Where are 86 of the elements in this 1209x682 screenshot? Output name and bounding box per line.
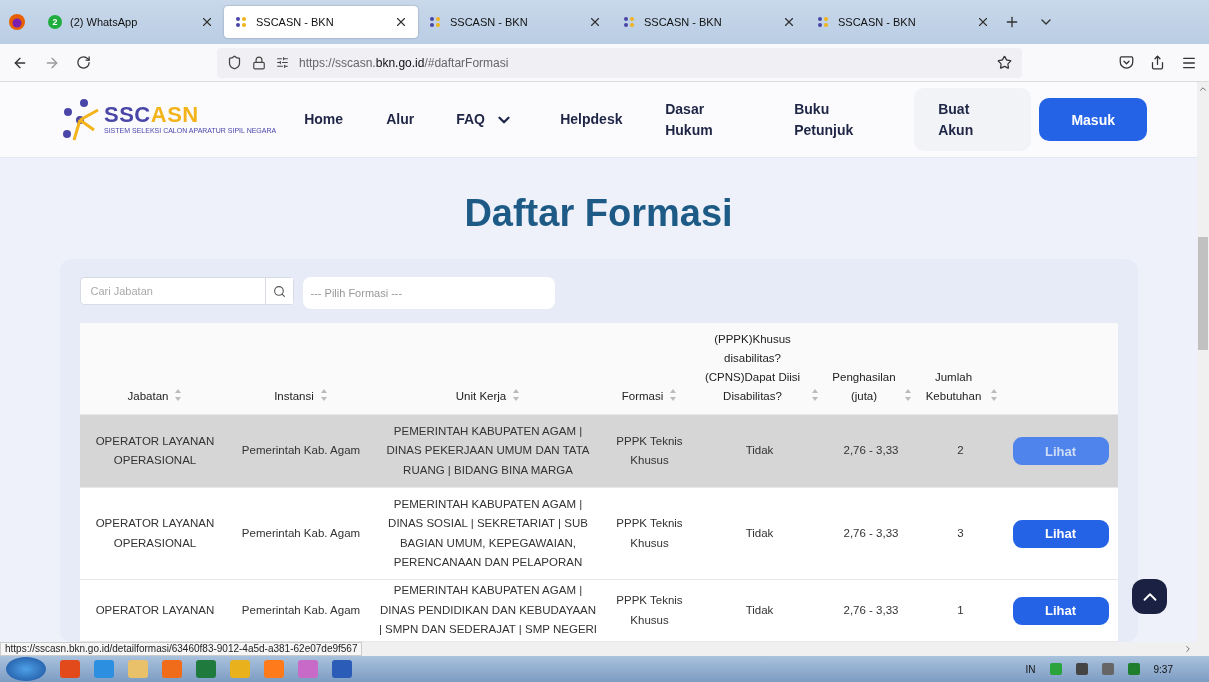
nav-link[interactable]: Buku Petunjuk: [794, 98, 915, 141]
lock-icon[interactable]: [252, 55, 266, 70]
sort-icon[interactable]: [512, 388, 521, 402]
table-cell-text: OPERATOR LAYANAN OPERASIONAL: [94, 516, 216, 551]
view-button[interactable]: Lihat: [1012, 519, 1109, 548]
tray-icon[interactable]: [1075, 663, 1088, 675]
nav-link[interactable]: FAQ: [456, 109, 561, 130]
search-icon: [272, 284, 286, 298]
scroll-up-icon[interactable]: [1198, 84, 1208, 94]
close-icon[interactable]: [200, 15, 214, 29]
nav-link[interactable]: Dasar Hukum: [665, 98, 795, 141]
sort-icon[interactable]: [669, 388, 678, 402]
close-icon[interactable]: [976, 15, 990, 29]
column-header[interactable]: Jumlah Kebutuhan: [923, 368, 984, 406]
table-cell-text: 2,76 - 3,33: [842, 525, 900, 541]
search-button[interactable]: [264, 278, 293, 304]
table-cell-text: Pemerintah Kab. Agam: [240, 443, 362, 459]
language-indicator[interactable]: IN: [1025, 663, 1036, 675]
close-icon[interactable]: [394, 15, 408, 29]
browser-tab[interactable]: SSCASN - BKN: [806, 6, 1000, 38]
close-icon[interactable]: [588, 15, 602, 29]
column-header[interactable]: Unit Kerja: [455, 387, 507, 406]
browser-tab[interactable]: SSCASN - BKN: [224, 6, 418, 38]
table-cell-text: Tidak: [744, 443, 775, 459]
scrollbar-thumb[interactable]: [1198, 237, 1208, 350]
url-text: https://sscasn.bkn.go.id/#daftarFormasi: [299, 55, 510, 70]
table-cell-text: Tidak: [744, 602, 775, 618]
table-cell-text: OPERATOR LAYANAN OPERASIONAL: [94, 433, 216, 468]
sort-icon[interactable]: [810, 388, 819, 402]
address-bar[interactable]: https://sscasn.bkn.go.id/#daftarFormasi: [217, 47, 1022, 78]
scrollbar[interactable]: [1197, 82, 1209, 642]
column-header[interactable]: Formasi: [621, 387, 664, 406]
table-cell-text: PPPK Teknis Khusus: [615, 516, 684, 551]
new-tab-icon[interactable]: [1004, 14, 1020, 30]
browser-logo-icon[interactable]: [8, 13, 26, 31]
search-field[interactable]: Cari Jabatan: [79, 277, 294, 305]
login-button[interactable]: Masuk: [1039, 98, 1148, 141]
clock[interactable]: 9:37: [1153, 663, 1173, 675]
table-cell-text: 3: [956, 525, 965, 541]
app-icon[interactable]: [196, 660, 216, 678]
shield-icon[interactable]: [227, 55, 242, 70]
permissions-icon[interactable]: [276, 56, 289, 69]
browser-tab[interactable]: SSCASN - BKN: [612, 6, 806, 38]
table-cell-text: Pemerintah Kab. Agam: [240, 602, 362, 618]
pocket-icon[interactable]: [1119, 55, 1134, 70]
table-cell-text: Pemerintah Kab. Agam: [240, 525, 362, 541]
table-cell-text: 2: [956, 443, 965, 459]
nav-link[interactable]: Helpdesk: [560, 109, 666, 130]
table-cell-text: 2,76 - 3,33: [842, 602, 900, 618]
nav-link[interactable]: Home: [304, 109, 387, 130]
column-header[interactable]: (PPPK)Khusus disabilitas? (CPNS)Dapat Diisi Disabilitas?: [700, 330, 805, 406]
browser-tab[interactable]: SSCASN - BKN: [418, 6, 612, 38]
share-icon[interactable]: [1150, 55, 1165, 70]
table-cell-text: PEMERINTAH KABUPATEN AGAM | DINAS PENDIDIKAN DAN KEBUDAYAAN | SMPN DAN SEDERAJAT | SMP NEGERI: [377, 583, 599, 638]
start-button[interactable]: [6, 657, 46, 681]
column-header[interactable]: Instansi: [274, 387, 314, 406]
app-icon[interactable]: [332, 660, 352, 678]
logo-text: SSCASN: [104, 104, 200, 126]
table-cell-text: 2,76 - 3,33: [842, 443, 900, 459]
table-row[interactable]: OPERATOR LAYANAN OPERASIONAL Pemerintah Kab. Agam PEMERINTAH KABUPATEN AGAM | DINAS PEKERJAAN UMUM DAN TATA RUANG | BIDANG BINA MARGA PPPK Teknis Khusus Tidak 2,76 - 3,33 2 Lihat: [79, 415, 1118, 488]
column-header[interactable]: Jabatan: [127, 387, 169, 406]
sort-icon[interactable]: [989, 388, 998, 402]
table-cell-text: OPERATOR LAYANAN: [94, 602, 216, 618]
notification-badge: 2: [48, 15, 62, 29]
bookmark-star-icon[interactable]: [997, 55, 1012, 70]
table-cell-text: PPPK Teknis Khusus: [615, 593, 684, 628]
status-url: https://sscasn.bkn.go.id/detailformasi/63460f83-9012-4a5d-a381-62e07de9f567: [0, 642, 363, 656]
tray-icon[interactable]: [1127, 663, 1140, 675]
sort-icon[interactable]: [903, 388, 912, 402]
table-cell-text: Tidak: [744, 525, 775, 541]
reload-icon[interactable]: [76, 55, 91, 70]
nav-link[interactable]: Alur: [386, 109, 457, 130]
table-cell-text: PPPK Teknis Khusus: [615, 433, 684, 468]
sort-icon[interactable]: [319, 388, 328, 402]
tray-icon[interactable]: [1101, 663, 1114, 675]
scroll-right-icon[interactable]: [1183, 644, 1193, 654]
browser-tab[interactable]: 2 (2) WhatsApp: [38, 6, 224, 38]
column-header[interactable]: Penghasilan (juta): [830, 368, 898, 406]
table-cell-text: PEMERINTAH KABUPATEN AGAM | DINAS SOSIAL | SEKRETARIAT | SUB BAGIAN UMUM, KEPEGAWAIAN, PERENCANAAN DAN PELAPORAN: [387, 496, 589, 570]
sort-icon[interactable]: [174, 388, 183, 402]
back-to-top-button[interactable]: [1132, 579, 1167, 614]
close-icon[interactable]: [782, 15, 796, 29]
table-cell-text: 1: [956, 602, 965, 618]
table-cell-text: PEMERINTAH KABUPATEN AGAM | DINAS PEKERJAAN UMUM DAN TATA RUANG | BIDANG BINA MARGA: [385, 423, 591, 478]
page-title: Daftar Formasi: [464, 192, 733, 235]
view-button[interactable]: Lihat: [1012, 596, 1109, 625]
